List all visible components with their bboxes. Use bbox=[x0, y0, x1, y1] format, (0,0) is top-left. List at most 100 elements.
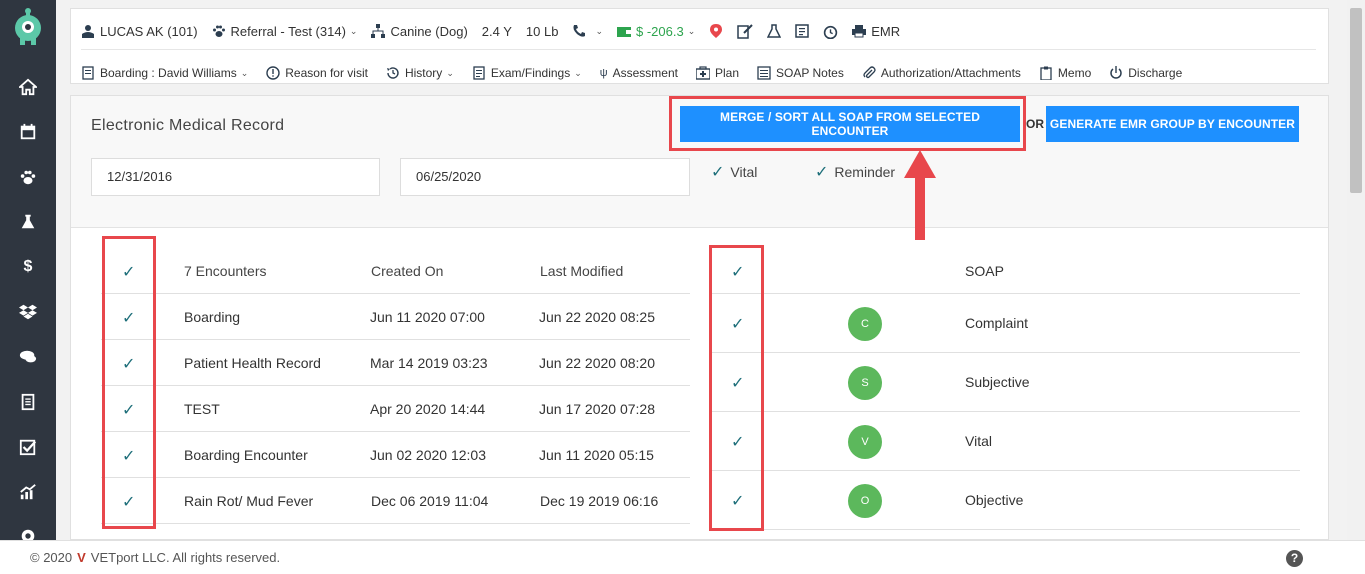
chevron-down-icon: ⌄ bbox=[595, 25, 603, 36]
patient-info-bar: LUCAS AK (101) Referral - Test (314) ⌄ Ca… bbox=[81, 21, 914, 41]
footer: © 2020 V VETport LLC. All rights reserve… bbox=[0, 540, 1365, 574]
phone-dropdown[interactable]: ⌄ bbox=[572, 24, 603, 38]
soap-badge: O bbox=[848, 484, 882, 518]
encounter-name: Patient Health Record bbox=[184, 355, 321, 371]
plan-link[interactable]: Plan bbox=[695, 66, 739, 80]
created-on-header: Created On bbox=[371, 263, 444, 279]
memo-link[interactable]: Memo bbox=[1039, 66, 1091, 81]
power-icon bbox=[1109, 66, 1123, 80]
calendar-icon[interactable] bbox=[18, 122, 38, 142]
soap-badge: S bbox=[848, 366, 882, 400]
encounter-modified: Jun 22 2020 08:20 bbox=[539, 355, 655, 371]
encounter-created: Apr 20 2020 14:44 bbox=[370, 401, 486, 417]
species-info: Canine (Dog) bbox=[371, 24, 468, 39]
age-value: 2.4 Y bbox=[481, 23, 512, 39]
alarm-clock-icon[interactable] bbox=[823, 24, 838, 39]
referral-dropdown[interactable]: Referral - Test (314) ⌄ bbox=[212, 24, 358, 39]
chevron-down-icon: ⌄ bbox=[574, 67, 582, 78]
table-row[interactable]: ✓ Boarding Jun 11 2020 07:00 Jun 22 2020… bbox=[101, 294, 690, 340]
authorization-attachments-link[interactable]: Authorization/Attachments bbox=[862, 66, 1021, 80]
dollar-icon[interactable]: $ bbox=[18, 257, 38, 277]
wallet-icon bbox=[617, 24, 631, 38]
location-pin-icon[interactable] bbox=[709, 23, 723, 39]
table-row[interactable]: ✓ Patient Health Record Mar 14 2019 03:2… bbox=[101, 340, 690, 386]
encounter-name: Rain Rot/ Mud Fever bbox=[184, 493, 314, 509]
report-icon[interactable] bbox=[795, 24, 809, 38]
help-icon[interactable]: ? bbox=[1286, 550, 1303, 567]
chart-icon[interactable] bbox=[18, 482, 38, 502]
home-icon[interactable] bbox=[18, 77, 38, 97]
patient-name[interactable]: LUCAS AK (101) bbox=[81, 24, 198, 39]
weight-value: 10 Lb bbox=[525, 23, 559, 39]
emr-toolbar: Boarding : David Williams ⌄ Reason for vi… bbox=[81, 49, 1316, 85]
emr-panel: Electronic Medical Record 12/31/2016 06/… bbox=[70, 95, 1329, 540]
last-modified-header: Last Modified bbox=[540, 263, 624, 279]
encounter-dropdown[interactable]: Boarding : David Williams ⌄ bbox=[81, 66, 248, 80]
soap-badge: V bbox=[848, 425, 882, 459]
reminder-checkbox[interactable]: ✓ Reminder bbox=[815, 162, 895, 182]
exam-findings-dropdown[interactable]: Exam/Findings ⌄ bbox=[472, 66, 582, 80]
flask-icon[interactable] bbox=[18, 212, 38, 232]
encounter-created: Jun 02 2020 12:03 bbox=[370, 447, 486, 463]
table-row[interactable]: ✓ TEST Apr 20 2020 14:44 Jun 17 2020 07:… bbox=[101, 386, 690, 432]
history-dropdown[interactable]: History ⌄ bbox=[386, 66, 454, 80]
printer-icon bbox=[852, 24, 867, 38]
patient-header: LUCAS AK (101) Referral - Test (314) ⌄ Ca… bbox=[70, 8, 1329, 84]
page-scrollbar[interactable] bbox=[1347, 0, 1365, 540]
dropbox-icon[interactable] bbox=[18, 302, 38, 322]
soap-header-row: ✓ SOAP bbox=[711, 248, 1300, 294]
soap-label: Subjective bbox=[965, 374, 1030, 390]
soap-notes-link[interactable]: SOAP Notes bbox=[757, 66, 844, 80]
medical-kit-icon bbox=[695, 66, 711, 80]
encounter-modified: Jun 17 2020 07:28 bbox=[539, 401, 655, 417]
encounter-name: TEST bbox=[184, 401, 220, 417]
vital-checkbox[interactable]: ✓ Vital bbox=[711, 162, 757, 182]
soap-row[interactable]: ✓ C Complaint bbox=[711, 294, 1300, 353]
chevron-down-icon: ⌄ bbox=[349, 25, 358, 36]
soap-checkboxes-highlight bbox=[709, 245, 764, 531]
paw-icon bbox=[212, 24, 226, 38]
soap-row[interactable]: ✓ S Subjective bbox=[711, 353, 1300, 412]
soap-label: Objective bbox=[965, 492, 1024, 508]
chat-icon[interactable] bbox=[18, 347, 38, 367]
or-separator: OR bbox=[1026, 117, 1044, 131]
list-icon bbox=[757, 66, 771, 80]
balance-dropdown[interactable]: $ -206.3 ⌄ bbox=[617, 24, 695, 39]
assessment-link[interactable]: ψ Assessment bbox=[600, 66, 678, 80]
paw-icon[interactable] bbox=[18, 167, 38, 187]
reason-for-visit-link[interactable]: Reason for visit bbox=[266, 66, 368, 80]
encounter-name: Boarding Encounter bbox=[184, 447, 308, 463]
chevron-down-icon: ⌄ bbox=[446, 67, 454, 78]
discharge-link[interactable]: Discharge bbox=[1109, 66, 1182, 80]
checkbox-icon[interactable] bbox=[18, 437, 38, 457]
chart-edit-icon[interactable] bbox=[737, 23, 753, 39]
start-date-field[interactable]: 12/31/2016 bbox=[91, 158, 380, 196]
encounter-name: Boarding bbox=[184, 309, 241, 325]
document-icon[interactable] bbox=[18, 392, 38, 412]
soap-label: Complaint bbox=[965, 315, 1029, 331]
encounters-table: ✓ 7 Encounters Created On Last Modified … bbox=[101, 248, 690, 524]
soap-badge: C bbox=[848, 307, 882, 341]
annotation-arrow-icon bbox=[904, 150, 936, 240]
vetport-logo[interactable] bbox=[12, 8, 44, 46]
table-row[interactable]: ✓ Boarding Encounter Jun 02 2020 12:03 J… bbox=[101, 432, 690, 478]
lab-flask-icon[interactable] bbox=[767, 24, 782, 38]
table-header-row: ✓ 7 Encounters Created On Last Modified bbox=[101, 248, 690, 294]
phone-icon bbox=[572, 24, 586, 38]
soap-row[interactable]: ✓ O Objective bbox=[711, 471, 1300, 530]
scrollbar-thumb[interactable] bbox=[1350, 8, 1362, 193]
sitemap-icon bbox=[371, 24, 386, 38]
clipboard-icon bbox=[1039, 66, 1053, 81]
end-date-field[interactable]: 06/25/2020 bbox=[400, 158, 690, 196]
stethoscope-icon: ψ bbox=[599, 66, 608, 79]
soap-row[interactable]: ✓ V Vital bbox=[711, 412, 1300, 471]
checkmark-icon: ✓ bbox=[711, 164, 725, 181]
encounter-modified: Jun 11 2020 05:15 bbox=[539, 447, 654, 463]
soap-label: Vital bbox=[965, 433, 992, 449]
table-row[interactable]: ✓ Rain Rot/ Mud Fever Dec 06 2019 11:04 … bbox=[101, 478, 690, 524]
soap-header: SOAP bbox=[965, 263, 1004, 279]
generate-emr-group-button[interactable]: GENERATE EMR GROUP BY ENCOUNTER bbox=[1046, 106, 1299, 142]
encounter-created: Mar 14 2019 03:23 bbox=[370, 355, 488, 371]
emr-print-button[interactable]: EMR bbox=[852, 24, 900, 39]
encounter-checkboxes-highlight bbox=[102, 236, 156, 529]
